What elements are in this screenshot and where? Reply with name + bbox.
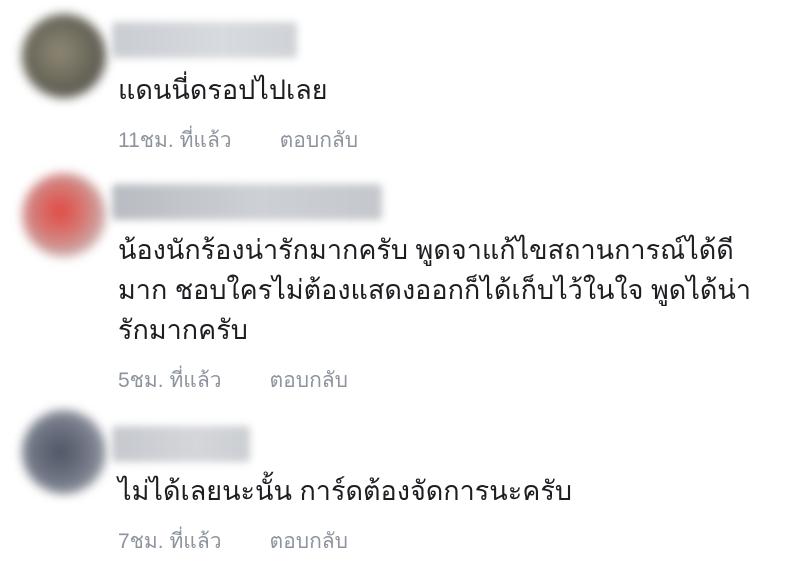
comment-timestamp[interactable]: 7ชม. ที่แล้ว bbox=[118, 525, 221, 558]
reply-link[interactable]: ตอบกลับ bbox=[269, 364, 348, 397]
avatar[interactable] bbox=[22, 14, 106, 98]
comment-meta: 5ชม. ที่แล้ว ตอบกลับ bbox=[118, 364, 348, 397]
avatar[interactable] bbox=[22, 410, 106, 494]
reply-link[interactable]: ตอบกลับ bbox=[280, 124, 359, 157]
comment-text: น้องนักร้องน่ารักมากครับ พูดจาแก้ไขสถานก… bbox=[118, 235, 752, 345]
comment-text: แดนนี่ดรอปไปเลย bbox=[118, 75, 328, 105]
comment-meta: 7ชม. ที่แล้ว ตอบกลับ bbox=[118, 525, 348, 558]
comment-meta: 11ชม. ที่แล้ว ตอบกลับ bbox=[118, 124, 358, 157]
commenter-name-blurred[interactable] bbox=[112, 184, 382, 220]
commenter-name-blurred[interactable] bbox=[112, 426, 250, 462]
reply-link[interactable]: ตอบกลับ bbox=[269, 525, 348, 558]
comment-timestamp[interactable]: 5ชม. ที่แล้ว bbox=[118, 364, 221, 397]
commenter-name-blurred[interactable] bbox=[112, 22, 297, 58]
comment-timestamp[interactable]: 11ชม. ที่แล้ว bbox=[118, 124, 232, 157]
comment-text: ไม่ได้เลยนะนั้น การ์ดต้องจัดการนะครับ bbox=[118, 476, 572, 506]
avatar[interactable] bbox=[22, 173, 106, 257]
